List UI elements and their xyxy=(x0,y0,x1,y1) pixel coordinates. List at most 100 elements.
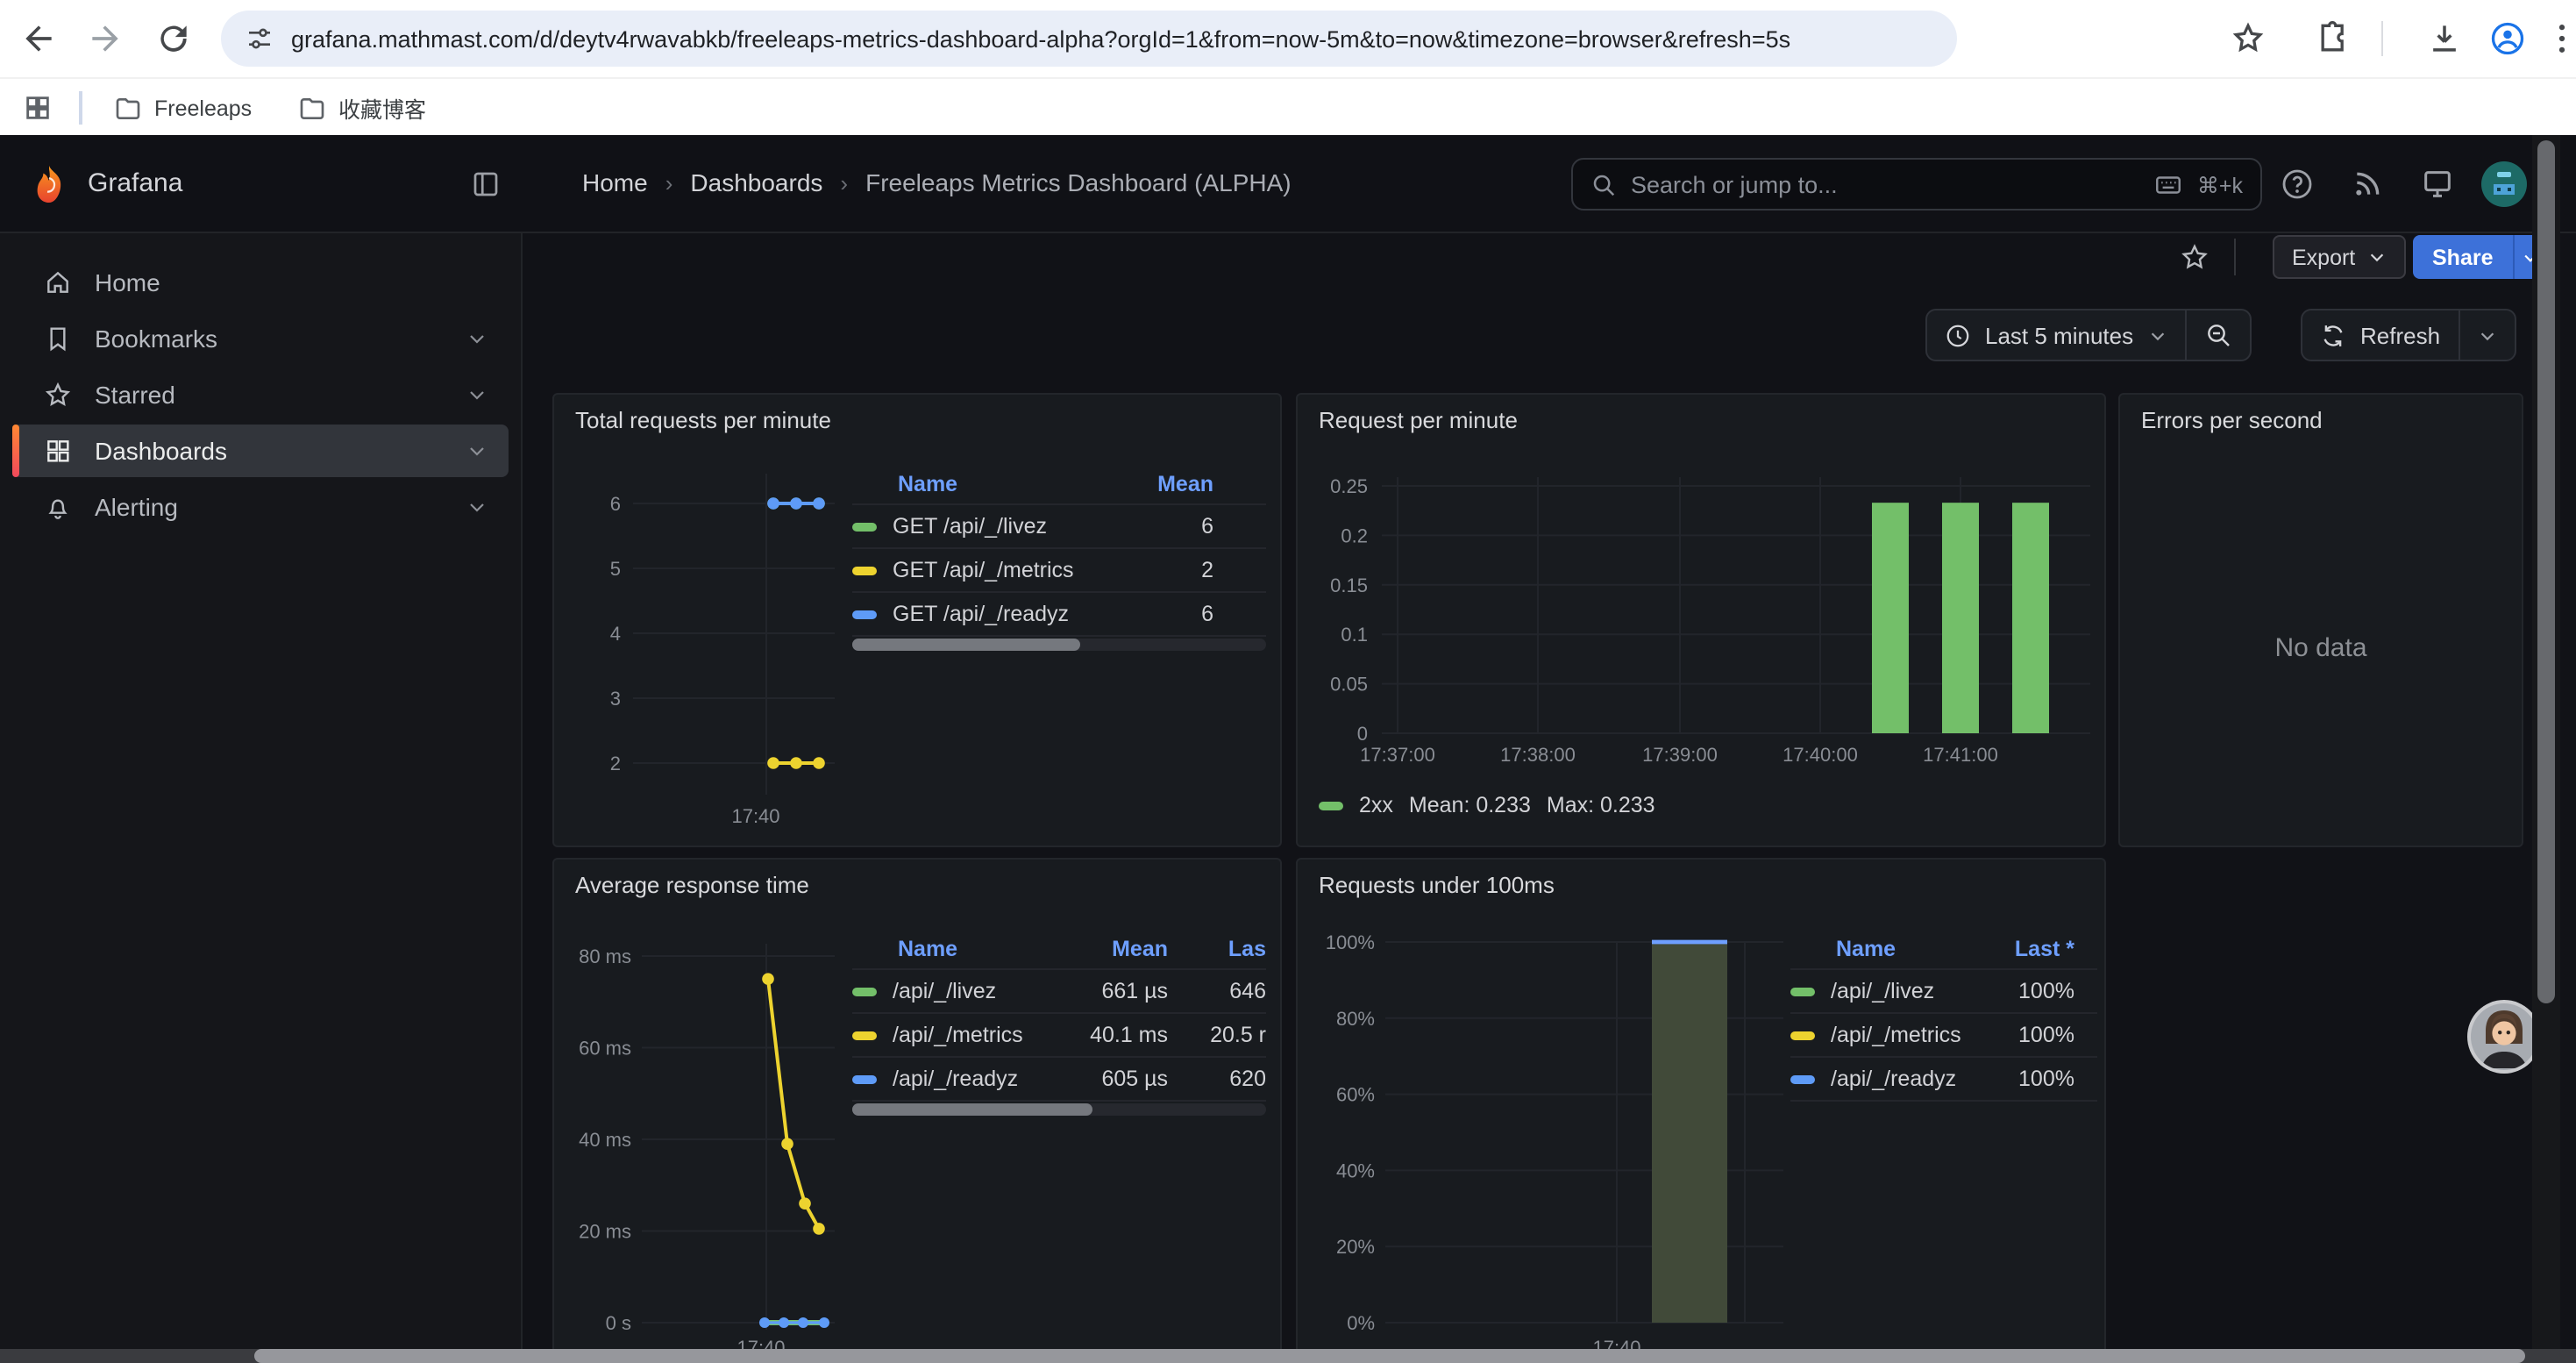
sidebar-item-home[interactable]: Home xyxy=(12,256,509,309)
floating-assistant-avatar[interactable] xyxy=(2466,998,2543,1075)
export-label: Export xyxy=(2292,245,2355,269)
legend-row[interactable]: /api/_/readyz605 µs620 xyxy=(852,1056,1266,1102)
svg-text:17:38:00: 17:38:00 xyxy=(1500,744,1576,766)
breadcrumb-current: Freeleaps Metrics Dashboard (ALPHA) xyxy=(865,168,1292,196)
folder-icon xyxy=(114,94,142,122)
svg-text:5: 5 xyxy=(610,558,621,580)
toolbar-divider xyxy=(2381,21,2383,56)
legend-row[interactable]: /api/_/readyz100% xyxy=(1790,1056,2097,1102)
legend-col-name[interactable]: Name xyxy=(852,936,1042,960)
nav-sidebar: Home Bookmarks Starred Dashboards Alerti… xyxy=(0,233,523,1363)
series-value: 100% xyxy=(1983,979,2074,1003)
series-name: 2xx xyxy=(1359,793,1393,817)
sidebar-item-dashboards[interactable]: Dashboards xyxy=(12,425,509,477)
legend-row[interactable]: GET /api/_/metrics2 xyxy=(852,547,1266,591)
refresh-icon xyxy=(2320,322,2346,348)
svg-text:20%: 20% xyxy=(1336,1236,1375,1258)
legend-row[interactable]: GET /api/_/livez6 xyxy=(852,503,1266,547)
legend-col-value[interactable]: Mean xyxy=(1108,471,1213,496)
chevron-down-icon[interactable] xyxy=(466,440,487,461)
chevron-down-icon[interactable] xyxy=(466,496,487,517)
url-text: grafana.mathmast.com/d/deytv4rwavabkb/fr… xyxy=(291,25,1790,52)
bookmarks-divider xyxy=(79,91,82,125)
series-swatch xyxy=(852,1074,877,1083)
time-range-button[interactable]: Last 5 minutes xyxy=(1927,310,2184,360)
legend-row[interactable]: /api/_/metrics100% xyxy=(1790,1012,2097,1056)
back-icon[interactable] xyxy=(19,19,58,58)
series-value: 605 µs xyxy=(1042,1067,1168,1091)
legend-row-2xx[interactable]: 2xx Mean: 0.233 Max: 0.233 xyxy=(1319,793,1655,817)
grafana-logo[interactable] xyxy=(28,163,70,205)
bookmark-folder-blogs[interactable]: 收藏博客 xyxy=(298,88,426,128)
legend-col-name[interactable]: Name xyxy=(852,471,1108,496)
bookmark-folder-freeleaps[interactable]: Freeleaps xyxy=(114,88,252,128)
svg-text:60%: 60% xyxy=(1336,1084,1375,1106)
search-input[interactable]: Search or jump to... ⌘+k xyxy=(1571,158,2262,211)
user-avatar[interactable] xyxy=(2481,161,2527,207)
share-split-button[interactable]: Share xyxy=(2413,235,2548,279)
kiosk-monitor-icon[interactable] xyxy=(2420,167,2455,202)
bookmarks-bar: Freeleaps 收藏博客 xyxy=(0,77,2576,137)
chevron-down-icon[interactable] xyxy=(466,384,487,405)
download-icon[interactable] xyxy=(2425,19,2464,58)
search-shortcut: ⌘+k xyxy=(2197,171,2243,197)
refresh-interval-dropdown[interactable] xyxy=(2458,310,2514,360)
chevron-down-icon xyxy=(2477,325,2496,345)
svg-text:60 ms: 60 ms xyxy=(579,1038,631,1060)
breadcrumb-dashboards[interactable]: Dashboards xyxy=(690,168,822,196)
sidebar-item-label: Home xyxy=(95,268,160,296)
legend-row[interactable]: GET /api/_/readyz6 xyxy=(852,591,1266,637)
vertical-scrollbar-thumb[interactable] xyxy=(2537,140,2555,1003)
dock-sidebar-icon[interactable] xyxy=(470,168,502,200)
legend-table[interactable]: NameMeanLas/api/_/livez661 µs646/api/_/m… xyxy=(852,928,1266,1102)
series-value: 661 µs xyxy=(1042,979,1168,1003)
legend-row[interactable]: /api/_/metrics40.1 ms20.5 r xyxy=(852,1012,1266,1056)
menu-kebab-icon[interactable] xyxy=(2543,19,2576,58)
sidebar-item-label: Dashboards xyxy=(95,437,227,465)
time-range-picker[interactable]: Last 5 minutes xyxy=(1925,309,2251,361)
favorite-star-icon[interactable] xyxy=(2180,242,2210,272)
panel-title[interactable]: Errors per second xyxy=(2141,407,2323,433)
series-value: 100% xyxy=(1983,1067,2074,1091)
search-icon xyxy=(1590,171,1617,197)
bookmark-star-icon[interactable] xyxy=(2229,19,2267,58)
svg-text:80%: 80% xyxy=(1336,1008,1375,1030)
url-bar[interactable]: grafana.mathmast.com/d/deytv4rwavabkb/fr… xyxy=(221,11,1957,67)
breadcrumb-home[interactable]: Home xyxy=(582,168,648,196)
legend-scrollbar[interactable] xyxy=(852,639,1266,651)
horizontal-scrollbar-thumb[interactable] xyxy=(254,1349,2525,1363)
site-settings-icon[interactable] xyxy=(246,25,274,53)
forward-icon[interactable] xyxy=(86,19,125,58)
legend-table[interactable]: NameLast * /api/_/livez100%/api/_/metrics… xyxy=(1790,928,2097,1102)
legend-col-value[interactable]: Mean xyxy=(1042,936,1168,960)
refresh-picker[interactable]: Refresh xyxy=(2301,309,2516,361)
svg-text:3: 3 xyxy=(610,688,621,710)
legend-table[interactable]: NameMean GET /api/_/livez6GET /api/_/metr… xyxy=(852,463,1266,637)
reload-icon[interactable] xyxy=(154,19,193,58)
series-swatch xyxy=(852,522,877,531)
chevron-down-icon[interactable] xyxy=(466,328,487,349)
zoom-out-button[interactable] xyxy=(2184,310,2249,360)
legend-col-value[interactable]: Las xyxy=(1168,936,1266,960)
legend-scrollbar[interactable] xyxy=(852,1103,1266,1116)
apps-grid-icon[interactable] xyxy=(23,93,53,123)
legend-col-value[interactable]: Last * xyxy=(1983,936,2074,960)
sidebar-item-alerting[interactable]: Alerting xyxy=(12,481,509,533)
help-icon[interactable] xyxy=(2280,167,2315,202)
sidebar-item-bookmarks[interactable]: Bookmarks xyxy=(12,312,509,365)
extensions-icon[interactable] xyxy=(2315,19,2353,58)
refresh-label: Refresh xyxy=(2360,322,2440,348)
legend-col-name[interactable]: Name xyxy=(1790,936,1983,960)
legend-row[interactable]: /api/_/livez100% xyxy=(1790,968,2097,1012)
svg-text:40%: 40% xyxy=(1336,1160,1375,1181)
folder-icon xyxy=(298,94,326,122)
profile-icon[interactable] xyxy=(2488,19,2527,58)
sidebar-item-starred[interactable]: Starred xyxy=(12,368,509,421)
share-button[interactable]: Share xyxy=(2413,235,2513,279)
bar-chart: 0.250.20.150.10.05017:37:0017:38:0017:39… xyxy=(1298,395,2108,849)
refresh-button[interactable]: Refresh xyxy=(2302,310,2458,360)
export-button[interactable]: Export xyxy=(2273,235,2406,279)
legend-row[interactable]: /api/_/livez661 µs646 xyxy=(852,968,1266,1012)
news-rss-icon[interactable] xyxy=(2350,167,2385,202)
svg-text:20 ms: 20 ms xyxy=(579,1221,631,1243)
